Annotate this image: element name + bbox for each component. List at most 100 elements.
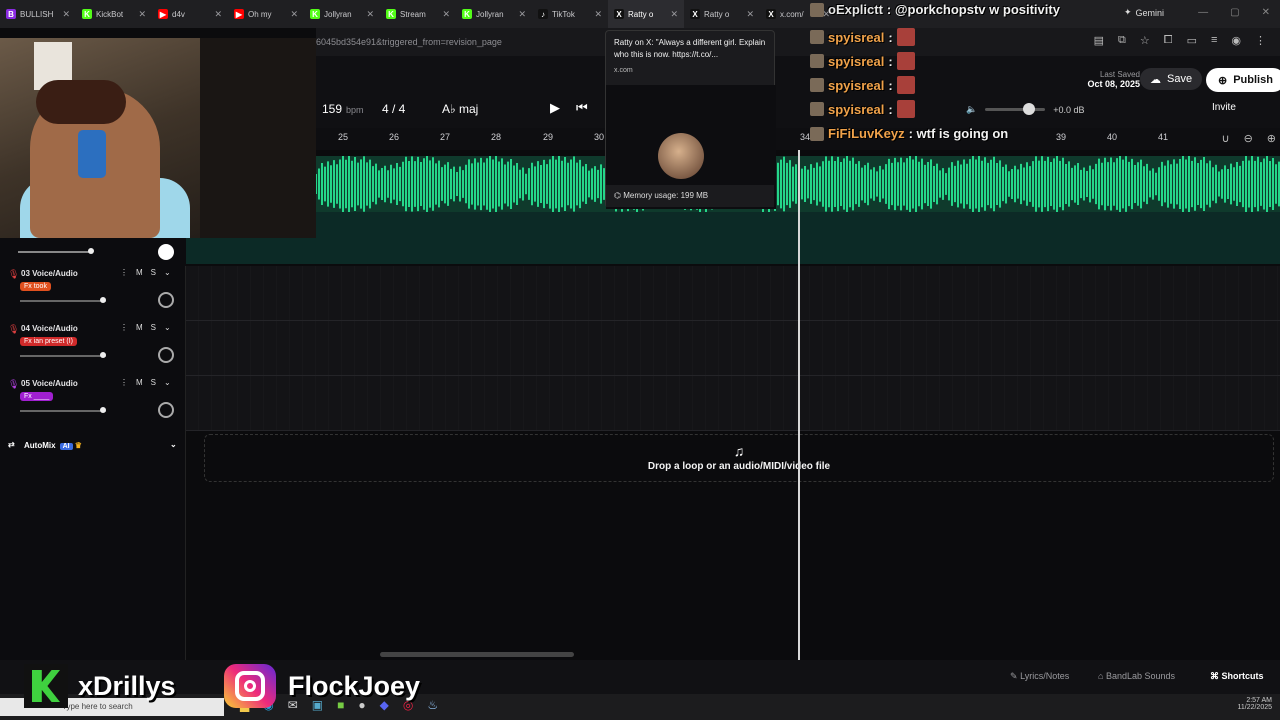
- zoom-out-icon[interactable]: ⊖: [1244, 132, 1253, 145]
- fx-chain-badge[interactable]: Fx took: [20, 282, 51, 291]
- browser-tab[interactable]: K KickBot ✕: [76, 0, 152, 28]
- track-volume-fader[interactable]: [18, 251, 92, 253]
- more-icon[interactable]: ⋮: [120, 268, 128, 277]
- pan-knob[interactable]: [158, 244, 174, 260]
- more-icon[interactable]: ⋮: [120, 323, 128, 332]
- tab-close-icon[interactable]: ✕: [138, 9, 146, 20]
- tab-close-icon[interactable]: ✕: [670, 9, 678, 20]
- reader-icon[interactable]: ▤: [1094, 34, 1104, 47]
- fx-chain-badge[interactable]: Fx ____: [20, 392, 54, 401]
- solo-button[interactable]: S: [151, 268, 156, 277]
- skip-back-icon[interactable]: ⏮: [576, 100, 588, 116]
- play-icon[interactable]: ▶: [550, 100, 560, 116]
- tab-close-icon[interactable]: ✕: [594, 9, 602, 20]
- fader-handle[interactable]: [100, 352, 106, 358]
- ruler-tick-label: 34: [800, 132, 811, 142]
- invite-button[interactable]: Invite: [1212, 102, 1236, 113]
- bookmark-star-icon[interactable]: ☆: [1140, 34, 1150, 47]
- url-text[interactable]: 6045bd354e91&triggered_from=revision_pag…: [316, 37, 502, 47]
- track-name[interactable]: 03 Voice/Audio: [21, 269, 78, 278]
- minimize-icon[interactable]: —: [1198, 7, 1208, 18]
- windows-taskbar: Type here to search ▆ ◉ ✉ ▣ ■ ● ◆ ◎ ♨ 2:…: [0, 694, 1280, 720]
- bpm-field[interactable]: 159 bpm: [322, 102, 364, 116]
- ruler-tick-label: 28: [491, 132, 502, 142]
- pan-knob[interactable]: [158, 402, 174, 418]
- tab-close-icon[interactable]: ✕: [442, 9, 450, 20]
- chat-message: spyisreal :: [810, 100, 915, 118]
- playhead[interactable]: [798, 150, 800, 660]
- browser-tab[interactable]: K Jollyran ✕: [456, 0, 532, 28]
- profile-icon[interactable]: ◉: [1231, 34, 1241, 47]
- more-icon[interactable]: ⋮: [1255, 34, 1266, 47]
- more-icon[interactable]: ⋮: [120, 378, 128, 387]
- fx-chain-badge[interactable]: Fx ian preset (I): [20, 337, 78, 346]
- close-icon[interactable]: ✕: [1262, 7, 1270, 18]
- chevron-down-icon[interactable]: ⌄: [164, 378, 171, 387]
- tab-close-icon[interactable]: ✕: [214, 9, 222, 20]
- solo-button[interactable]: S: [151, 323, 156, 332]
- track-volume-fader[interactable]: [20, 407, 106, 413]
- browser-tab[interactable]: X Ratty o ✕: [608, 0, 684, 28]
- ruler-tick-label: 25: [338, 132, 349, 142]
- track-name[interactable]: 04 Voice/Audio: [21, 324, 78, 333]
- track-header[interactable]: 🎙 03 Voice/Audio Fx took ⋮ M S ⌄: [0, 266, 186, 321]
- pan-knob[interactable]: [158, 347, 174, 363]
- browser-tab[interactable]: B BULLISH ✕: [0, 0, 76, 28]
- tab-close-icon[interactable]: ✕: [366, 9, 374, 20]
- screen-share-icon[interactable]: ▭: [1187, 34, 1197, 47]
- track-volume-fader[interactable]: [20, 352, 106, 358]
- mic-icon: 🎙: [8, 324, 20, 334]
- tab-close-icon[interactable]: ✕: [62, 9, 70, 20]
- mute-button[interactable]: M: [136, 378, 143, 387]
- selected-track-lane[interactable]: [186, 212, 1280, 264]
- install-icon[interactable]: ⧉: [1118, 34, 1126, 47]
- chevron-down-icon[interactable]: ⌄: [170, 440, 177, 449]
- track-lanes[interactable]: [186, 266, 1280, 430]
- fader-handle[interactable]: [100, 407, 106, 413]
- browser-tab[interactable]: K Jollyran ✕: [304, 0, 380, 28]
- extensions-icon[interactable]: ⧠: [1164, 34, 1173, 47]
- steam-icon[interactable]: ♨: [427, 698, 438, 712]
- system-tray[interactable]: 2:57 AM 11/22/2025: [1237, 697, 1272, 711]
- track-header[interactable]: 🎙 05 Voice/Audio Fx ____ ⋮ M S ⌄: [0, 376, 186, 431]
- time-signature-field[interactable]: 4 / 4: [382, 102, 405, 116]
- browser-tab[interactable]: X Ratty o ✕: [684, 0, 760, 28]
- gemini-button[interactable]: ✦ Gemini: [1124, 7, 1164, 18]
- bandlab-sounds-button[interactable]: ⌂ BandLab Sounds: [1098, 671, 1175, 681]
- magnet-icon[interactable]: ∪: [1222, 132, 1230, 145]
- chevron-down-icon[interactable]: ⌄: [164, 323, 171, 332]
- fader-handle[interactable]: [100, 297, 106, 303]
- solo-button[interactable]: S: [151, 378, 156, 387]
- tab-close-icon[interactable]: ✕: [290, 9, 298, 20]
- browser-tab[interactable]: ♪ TikTok ✕: [532, 0, 608, 28]
- volume-knob[interactable]: [1023, 103, 1036, 115]
- publish-button[interactable]: ⊕ Publish: [1206, 68, 1280, 92]
- track-header[interactable]: 🎙 04 Voice/Audio Fx ian preset (I) ⋮ M S…: [0, 321, 186, 376]
- horizontal-scrollbar[interactable]: [380, 652, 574, 657]
- browser-tab[interactable]: ▶ Oh my ✕: [228, 0, 304, 28]
- maximize-icon[interactable]: ▢: [1230, 7, 1239, 18]
- browser-tab[interactable]: ▶ d4v ✕: [152, 0, 228, 28]
- timeline-ruler[interactable]: ∪ ⊖ ⊕ 25 26 27 28 29 30 34 39 40 41: [316, 128, 1280, 150]
- mute-button[interactable]: M: [136, 323, 143, 332]
- menu-icon[interactable]: ≡: [1211, 34, 1217, 47]
- zoom-in-icon[interactable]: ⊕: [1267, 132, 1276, 145]
- master-volume-slider[interactable]: [985, 103, 1046, 115]
- save-button[interactable]: ☁ Save: [1140, 68, 1203, 90]
- tab-title: Jollyran: [476, 9, 504, 19]
- key-field[interactable]: A♭ maj: [442, 102, 478, 116]
- track-name[interactable]: 05 Voice/Audio: [21, 379, 78, 388]
- lyrics-notes-button[interactable]: ✎ Lyrics/Notes: [1010, 671, 1069, 682]
- automix-row[interactable]: ⇄ AutoMix AI ♛ ⌄: [0, 436, 186, 456]
- drop-zone[interactable]: ♫ Drop a loop or an audio/MIDI/video fil…: [204, 434, 1274, 482]
- pan-knob[interactable]: [158, 292, 174, 308]
- shortcuts-button[interactable]: ⌘ Shortcuts: [1210, 671, 1264, 682]
- browser-tab[interactable]: K Stream ✕: [380, 0, 456, 28]
- track-volume-fader[interactable]: [20, 297, 106, 303]
- chevron-down-icon[interactable]: ⌄: [164, 268, 171, 277]
- mute-button[interactable]: M: [136, 268, 143, 277]
- fader-handle[interactable]: [88, 248, 94, 254]
- tab-close-icon[interactable]: ✕: [746, 9, 754, 20]
- speaker-icon[interactable]: 🔈: [966, 104, 977, 115]
- tab-close-icon[interactable]: ✕: [518, 9, 526, 20]
